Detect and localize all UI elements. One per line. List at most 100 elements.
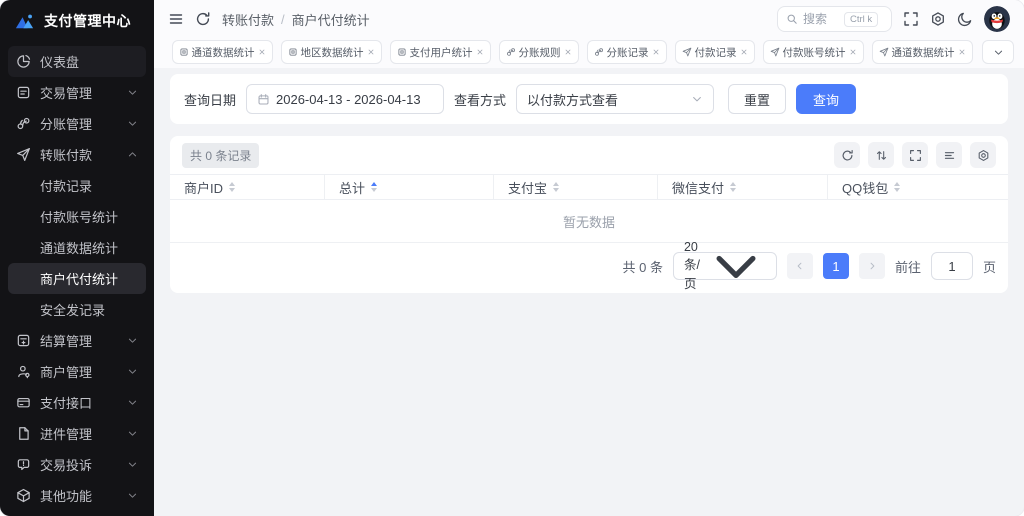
chevron-left-icon — [795, 261, 805, 271]
search-input[interactable] — [803, 12, 839, 26]
sidebar-item-label: 支付接口 — [40, 396, 93, 411]
column-header-alipay[interactable]: 支付宝 — [494, 175, 658, 199]
tab-list: 计 通道数据统计 地区数据统计 支付用户统计 — [164, 40, 974, 64]
table-fullscreen-button[interactable] — [902, 142, 928, 168]
sidebar-item-other-functions[interactable]: 其他功能 — [8, 480, 146, 511]
table-refresh-button[interactable] — [834, 142, 860, 168]
tab-channel-data-stats-2[interactable]: 通道数据统计 — [871, 40, 973, 64]
moon-icon[interactable] — [957, 11, 973, 27]
tab-split-records[interactable]: 分账记录 — [586, 40, 667, 64]
chevron-right-icon — [867, 261, 877, 271]
sidebar-item-label: 进件管理 — [40, 427, 93, 442]
view-mode-label: 查看方式 — [454, 92, 507, 108]
next-page-button[interactable] — [858, 253, 885, 279]
square-icon — [179, 47, 189, 57]
pagination-total: 共 0 条 — [622, 259, 663, 275]
table-sort-button[interactable] — [868, 142, 894, 168]
filter-card: 查询日期 2026-04-13 - 2026-04-13 查看方式 以付款方式查… — [170, 74, 1008, 124]
sort-carets-icon — [229, 182, 236, 192]
close-icon[interactable] — [564, 48, 572, 56]
calendar-icon — [257, 93, 270, 106]
card-icon — [16, 395, 31, 410]
breadcrumb-parent[interactable]: 转账付款 — [222, 10, 274, 29]
avatar[interactable] — [984, 6, 1010, 32]
column-header-qq-wallet[interactable]: QQ钱包 — [828, 175, 1008, 199]
sidebar-item-complaints[interactable]: 交易投诉 — [8, 449, 146, 480]
date-range-value: 2026-04-13 - 2026-04-13 — [276, 91, 421, 107]
current-page-button[interactable]: 1 — [822, 253, 849, 279]
app-window: 支付管理中心 仪表盘 交易管理 分账管理 转账付款 付款记录 付款账号统计 通道… — [0, 0, 1024, 516]
goto-page-input[interactable] — [930, 252, 973, 280]
tab-payment-user-stats[interactable]: 支付用户统计 — [389, 40, 491, 64]
chevron-down-icon — [127, 428, 138, 439]
query-button[interactable]: 查询 — [796, 84, 857, 114]
sidebar-item-label: 转账付款 — [40, 148, 93, 163]
tab-region-data-stats[interactable]: 地区数据统计 — [280, 40, 382, 64]
fullscreen-icon[interactable] — [903, 11, 919, 27]
global-search[interactable]: Ctrl k — [777, 6, 892, 32]
tab-label: 付款账号统计 — [782, 46, 846, 59]
tab-payment-account-stats[interactable]: 付款账号统计 — [762, 40, 864, 64]
header-actions: Ctrl k — [777, 6, 1010, 32]
close-icon[interactable] — [958, 48, 966, 56]
fullscreen-icon — [909, 149, 922, 162]
sort-carets-icon — [371, 182, 378, 192]
sidebar-item-transaction-mgmt[interactable]: 交易管理 — [8, 77, 146, 108]
column-settings-icon — [977, 149, 990, 162]
sort-carets-icon — [553, 182, 560, 192]
table-toolbar-actions — [834, 142, 996, 168]
breadcrumb-separator: / — [281, 11, 285, 27]
column-label: QQ钱包 — [842, 180, 889, 196]
date-range-input[interactable]: 2026-04-13 - 2026-04-13 — [246, 84, 445, 114]
paper-plane-icon — [879, 47, 889, 57]
close-icon[interactable] — [367, 48, 375, 56]
sidebar-item-merchant-payout-stats[interactable]: 商户代付统计 — [8, 263, 146, 294]
sidebar-item-settlement-mgmt[interactable]: 结算管理 — [8, 325, 146, 356]
table-card: 共 0 条记录 商户ID 总计 支付宝 微信支付 QQ钱包 暂无数据 共 0 条… — [170, 136, 1008, 293]
close-icon[interactable] — [849, 48, 857, 56]
column-label: 支付宝 — [508, 180, 548, 196]
column-header-total[interactable]: 总计 — [325, 175, 494, 199]
tabs-more-button[interactable] — [982, 40, 1014, 64]
sidebar-item-app-mgmt[interactable]: 应用管理 — [8, 511, 146, 516]
close-icon[interactable] — [740, 48, 748, 56]
chevron-down-icon — [127, 118, 138, 129]
record-count-badge: 共 0 条记录 — [182, 142, 260, 168]
square-icon — [288, 47, 298, 57]
close-icon[interactable] — [476, 48, 484, 56]
sidebar-item-transfer-payment[interactable]: 转账付款 — [8, 139, 146, 170]
gear-icon[interactable] — [930, 11, 946, 27]
tab-channel-data-stats[interactable]: 通道数据统计 — [171, 40, 273, 64]
chevron-up-icon — [127, 149, 138, 160]
sidebar-item-onboarding-mgmt[interactable]: 进件管理 — [8, 418, 146, 449]
sidebar-item-merchant-mgmt[interactable]: 商户管理 — [8, 356, 146, 387]
hamburger-icon[interactable] — [168, 11, 184, 27]
table-density-button[interactable] — [936, 142, 962, 168]
complaint-icon — [16, 457, 31, 472]
sidebar-item-dashboard[interactable]: 仪表盘 — [8, 46, 146, 77]
view-mode-select[interactable]: 以付款方式查看 — [516, 84, 715, 114]
logo-mountain-icon — [15, 14, 34, 28]
tab-payment-records[interactable]: 付款记录 — [674, 40, 755, 64]
prev-page-button[interactable] — [786, 253, 813, 279]
sidebar-item-channel-data-stats[interactable]: 通道数据统计 — [8, 232, 146, 263]
sidebar-item-payment-account-stats[interactable]: 付款账号统计 — [8, 201, 146, 232]
sidebar-item-security-send-records[interactable]: 安全发记录 — [8, 294, 146, 325]
chevron-down-icon — [127, 490, 138, 501]
split-icon — [506, 47, 516, 57]
density-icon — [943, 149, 956, 162]
sidebar-item-payment-records[interactable]: 付款记录 — [8, 170, 146, 201]
column-header-merchant-id[interactable]: 商户ID — [170, 175, 325, 199]
close-icon[interactable] — [652, 48, 660, 56]
reset-button[interactable]: 重置 — [728, 84, 787, 114]
page-size-select[interactable]: 20条/页 — [672, 240, 777, 291]
refresh-icon[interactable] — [195, 11, 211, 27]
sidebar-item-label: 分账管理 — [40, 117, 93, 132]
sidebar-item-split-mgmt[interactable]: 分账管理 — [8, 108, 146, 139]
tab-split-rules[interactable]: 分账规则 — [498, 40, 579, 64]
table-column-settings-button[interactable] — [970, 142, 996, 168]
sidebar-item-payment-interface[interactable]: 支付接口 — [8, 387, 146, 418]
sidebar-item-label: 其他功能 — [40, 489, 93, 504]
close-icon[interactable] — [258, 48, 266, 56]
tab-bar: 计 通道数据统计 地区数据统计 支付用户统计 — [154, 38, 1024, 68]
